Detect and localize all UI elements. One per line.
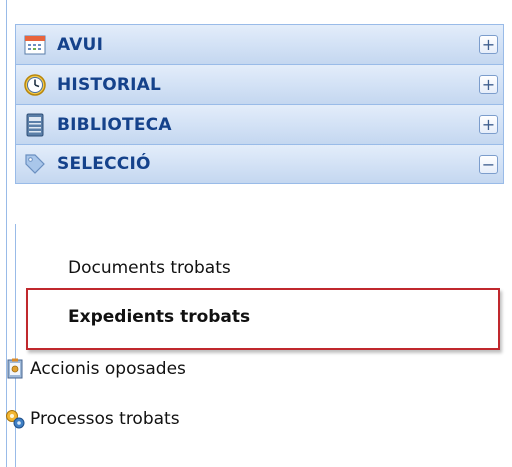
gears-icon [4, 408, 26, 430]
clock-icon [23, 73, 47, 97]
item-label: Documents trobats [68, 258, 231, 278]
panel-header-historial[interactable]: HISTORIAL + [15, 64, 504, 104]
panel-title-seleccio: SELECCIÓ [57, 154, 151, 174]
panel-title-biblioteca: BIBLIOTECA [57, 114, 172, 135]
panel-title-avui: AVUI [57, 34, 104, 55]
panel-header-biblioteca[interactable]: BIBLIOTECA + [15, 104, 504, 144]
expand-button-biblioteca[interactable]: + [479, 115, 498, 134]
list-item-documents-trobats[interactable]: Documents trobats [16, 255, 231, 281]
list-item-accionis-oposades[interactable]: Accionis oposades [2, 356, 186, 382]
panel-header-avui[interactable]: AVUI + [15, 24, 504, 64]
book-icon [23, 113, 47, 137]
selection-highlight-box [26, 288, 500, 350]
panel-header-seleccio[interactable]: SELECCIÓ − [15, 144, 504, 184]
item-label: Accionis oposades [30, 359, 186, 379]
list-item-processos-trobats[interactable]: Processos trobats [2, 406, 180, 432]
accordion: AVUI + HISTORIAL + BIBLIOTECA + SELECCIÓ… [15, 24, 504, 184]
item-label: Processos trobats [30, 409, 180, 429]
panel-title-historial: HISTORIAL [57, 74, 162, 95]
notebook-icon [4, 358, 26, 380]
expand-button-historial[interactable]: + [479, 75, 498, 94]
tag-icon [23, 152, 47, 176]
expand-button-avui[interactable]: + [479, 35, 498, 54]
calendar-icon [23, 33, 47, 57]
collapse-button-seleccio[interactable]: − [479, 155, 498, 174]
